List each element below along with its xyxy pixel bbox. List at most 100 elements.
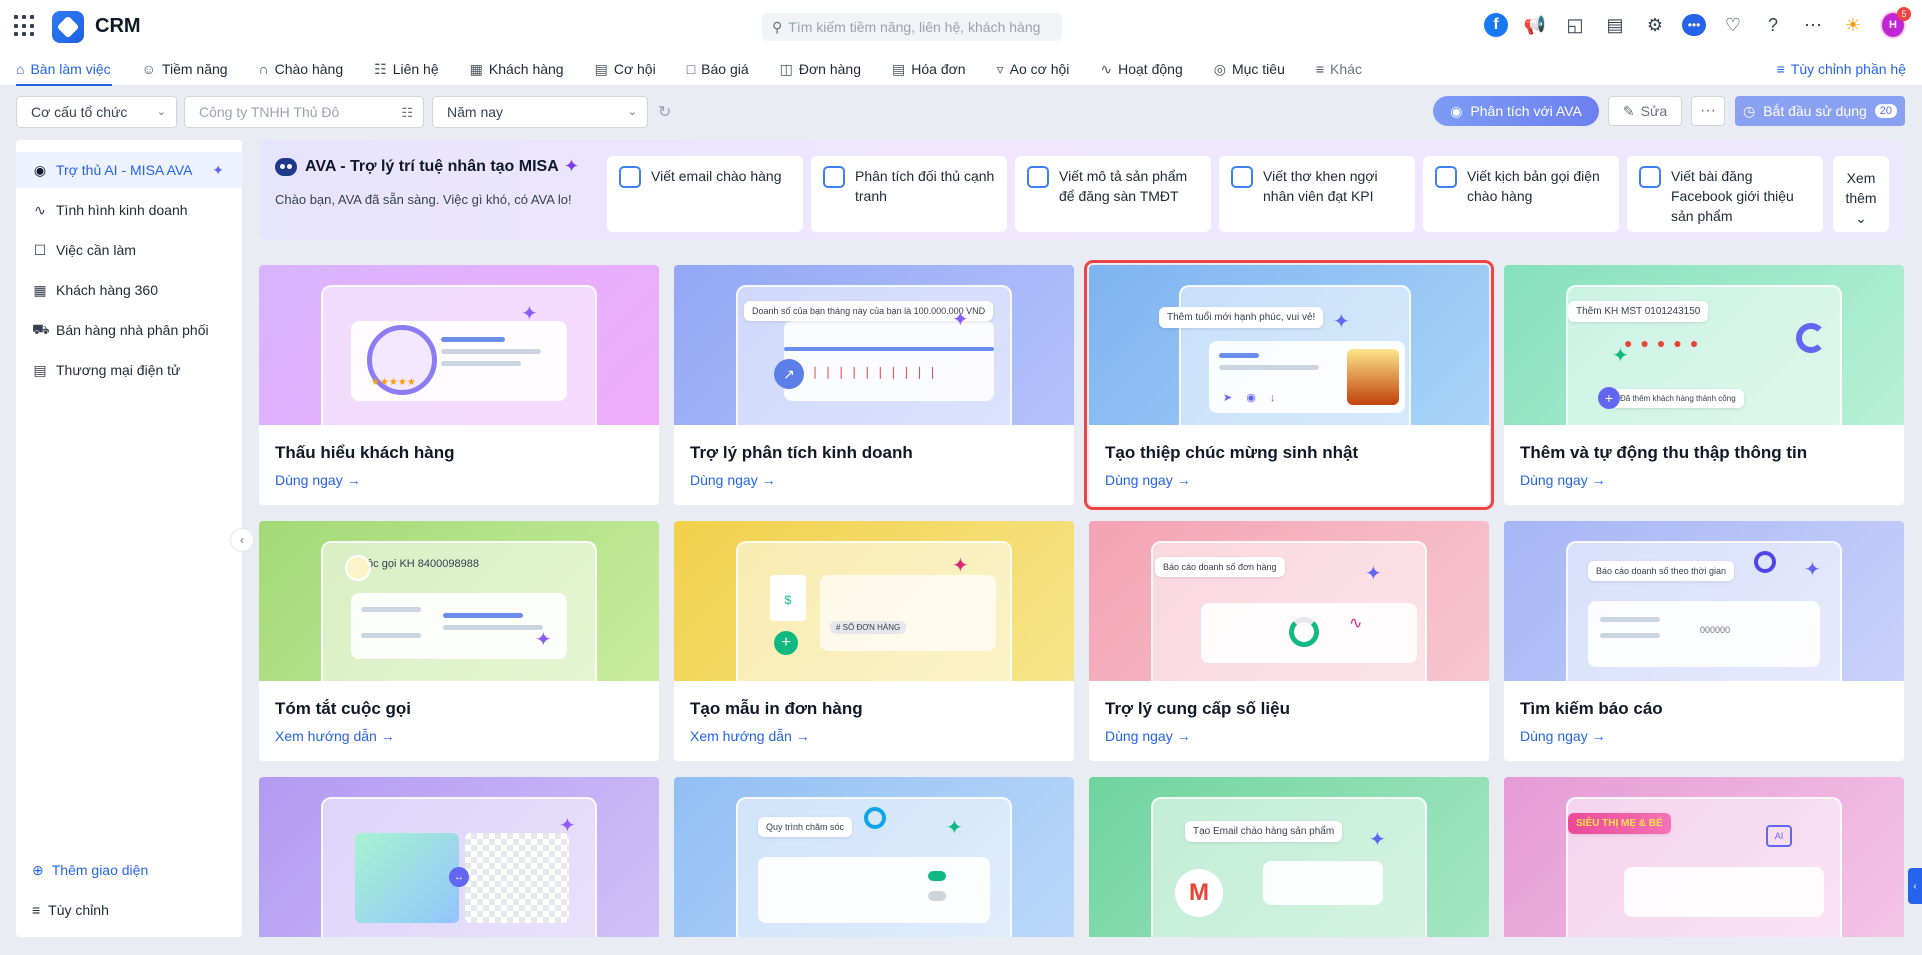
sidebar-item-todo[interactable]: ☐ Việc cần làm bbox=[16, 232, 242, 268]
activity-icon: ∿ bbox=[1100, 60, 1113, 77]
feature-card-business-analysis[interactable]: Doanh số của bạn tháng này của bạn là 10… bbox=[674, 265, 1074, 505]
help-icon[interactable]: ? bbox=[1760, 12, 1786, 38]
sidebar-item-ai-assistant[interactable]: ◉ Trợ thủ AI - MISA AVA ✦ bbox=[16, 152, 242, 188]
tab-4[interactable]: ▦ Khách hàng bbox=[470, 52, 577, 86]
card-chip: Báo cáo doanh số đơn hàng bbox=[1155, 557, 1285, 577]
bell-icon[interactable]: ♡ bbox=[1720, 12, 1746, 38]
invoice-icon: $ bbox=[770, 575, 806, 621]
feature-card-email-product[interactable]: Tạo Email chào hàng sản phẩm M ✦ bbox=[1089, 777, 1489, 937]
magnifier-icon bbox=[864, 807, 886, 829]
megaphone-icon[interactable]: 📢 bbox=[1522, 12, 1548, 38]
feature-card-order-print-template[interactable]: $ # SỐ ĐƠN HÀNG + ✦ Tạo mẫu in đơn hàng … bbox=[674, 521, 1074, 761]
chevron-down-icon: ⌄ bbox=[627, 106, 637, 118]
start-using-button[interactable]: ◷ Bắt đầu sử dụng 20 bbox=[1735, 96, 1905, 126]
sidebar-item-business-status[interactable]: ∿ Tình hình kinh doanh bbox=[16, 192, 242, 228]
sparkle-icon: ✦ bbox=[1804, 559, 1821, 581]
feature-card-auto-collect[interactable]: Thêm KH MST 0101243150 ●●●●● Đã thêm khá… bbox=[1504, 265, 1904, 505]
search-input[interactable] bbox=[788, 19, 1049, 35]
add-view-button[interactable]: ⊕ Thêm giao diện bbox=[16, 854, 242, 886]
feature-card-banner-design[interactable]: SIÊU THỊ MẸ & BÉ AI bbox=[1504, 777, 1904, 937]
feature-card-customer-insight[interactable]: ✦ ★★★★★ Thấu hiểu khách hàng Dùng ngay → bbox=[259, 265, 659, 505]
tab-5[interactable]: ▤ Cơ hội bbox=[595, 52, 669, 86]
card-chip: Thêm KH MST 0101243150 bbox=[1568, 301, 1709, 322]
invoice-icon: ▤ bbox=[892, 60, 906, 77]
ava-prompt-label: Viết bài đăng Facebook giới thiệu sản ph… bbox=[1671, 168, 1794, 224]
tab-6[interactable]: □ Báo giá bbox=[687, 52, 762, 86]
tab-11[interactable]: ◎ Mục tiêu bbox=[1214, 52, 1298, 86]
ava-prompt-card[interactable]: Viết thơ khen ngợi nhân viên đạt KPI bbox=[1219, 156, 1415, 232]
robot-icon: ◉ bbox=[1450, 102, 1463, 119]
sidebar-item-label: Thương mại điện tử bbox=[56, 362, 181, 378]
feature-card-report-search[interactable]: Báo cáo doanh số theo thời gian 000000 ✦… bbox=[1504, 521, 1904, 761]
ava-prompt-card[interactable]: Phân tích đối thủ cạnh tranh bbox=[811, 156, 1007, 232]
contact-icon: ☷ bbox=[374, 60, 387, 77]
feature-card-image-edit[interactable]: ↔ ✦ bbox=[259, 777, 659, 937]
card-title: Trợ lý phân tích kinh doanh bbox=[690, 443, 913, 462]
ava-prompt-card[interactable]: Viết kịch bản gọi điện chào hàng bbox=[1423, 156, 1619, 232]
global-search[interactable]: ⚲ bbox=[762, 13, 1062, 41]
tab-2[interactable]: ∩ Chào hàng bbox=[259, 52, 357, 86]
sparkle-icon: ✦ bbox=[535, 629, 552, 651]
edit-button[interactable]: ✎ Sửa bbox=[1608, 96, 1682, 126]
company-select[interactable]: Công ty TNHH Thủ Đô ☷ bbox=[184, 96, 424, 128]
caller-avatar bbox=[345, 555, 371, 581]
share-actions-icon: ➤◉↓ bbox=[1223, 392, 1290, 404]
ava-prompt-card[interactable]: Viết bài đăng Facebook giới thiệu sản ph… bbox=[1627, 156, 1823, 232]
refresh-icon[interactable]: ↻ bbox=[658, 102, 671, 122]
feature-card-call-summary[interactable]: Cuộc gọi KH 8400098988 ✦ Tóm tắt cuộc gọ… bbox=[259, 521, 659, 761]
card-link[interactable]: Dùng ngay → bbox=[1105, 728, 1191, 744]
tab-label: Bàn làm việc bbox=[30, 61, 111, 77]
tab-label: Tiềm năng bbox=[161, 61, 228, 77]
line-chart-icon: ∿ bbox=[1349, 615, 1363, 632]
tab-1[interactable]: ☺ Tiềm năng bbox=[142, 52, 241, 86]
card-link-label: Dùng ngay bbox=[1520, 472, 1588, 488]
facebook-icon[interactable]: f bbox=[1484, 13, 1508, 37]
sidebar-item-distributor-sales[interactable]: ⛟ Bán hàng nhà phân phối bbox=[16, 312, 242, 348]
rating-stars-icon: ★★★★★ bbox=[371, 377, 416, 388]
sidebar-item-ecommerce[interactable]: ▤ Thương mại điện tử bbox=[16, 352, 242, 388]
feature-card-care-process[interactable]: Quy trình chăm sóc ✦ bbox=[674, 777, 1074, 937]
lightbulb-icon[interactable]: ☀ bbox=[1840, 12, 1866, 38]
app-launcher-icon[interactable] bbox=[14, 15, 36, 37]
tab-8[interactable]: ▤ Hóa đơn bbox=[892, 52, 979, 86]
tab-3[interactable]: ☷ Liên hệ bbox=[374, 52, 452, 86]
card-link[interactable]: Xem hướng dẫn → bbox=[690, 728, 810, 744]
customize-modules-link[interactable]: ≡ Tùy chỉnh phần hệ bbox=[1777, 61, 1906, 77]
analyze-with-ava-button[interactable]: ◉ Phân tích với AVA bbox=[1433, 96, 1599, 126]
box-icon[interactable]: ◱ bbox=[1562, 12, 1588, 38]
card-link[interactable]: Dùng ngay → bbox=[275, 472, 361, 488]
card-link[interactable]: Dùng ngay → bbox=[1105, 472, 1191, 488]
arrow-right-icon: → bbox=[1591, 472, 1606, 488]
tab-9[interactable]: ▿ Ao cơ hội bbox=[997, 52, 1083, 86]
ava-see-more-button[interactable]: Xem thêm ⌄ bbox=[1833, 156, 1889, 232]
more-icon[interactable]: ⋯ bbox=[1800, 12, 1826, 38]
tab-7[interactable]: ◫ Đơn hàng bbox=[780, 52, 874, 86]
more-actions-button[interactable]: ··· bbox=[1691, 96, 1725, 126]
gear-icon[interactable]: ⚙ bbox=[1642, 12, 1668, 38]
card-link[interactable]: Dùng ngay → bbox=[1520, 728, 1606, 744]
calendar-icon[interactable]: ▤ bbox=[1602, 12, 1628, 38]
sidebar-customize-button[interactable]: ≡ Tùy chỉnh bbox=[16, 894, 242, 926]
app-name: CRM bbox=[95, 15, 141, 37]
ava-prompt-label: Viết thơ khen ngợi nhân viên đạt KPI bbox=[1263, 168, 1378, 204]
ava-prompt-card[interactable]: Viết mô tả sản phẩm để đăng sàn TMĐT bbox=[1015, 156, 1211, 232]
crm-logo[interactable] bbox=[52, 11, 84, 43]
chat-icon[interactable]: ••• bbox=[1682, 14, 1706, 36]
tab-0[interactable]: ⌂ Bàn làm việc bbox=[16, 52, 124, 86]
period-select[interactable]: Năm nay ⌄ bbox=[432, 96, 648, 128]
truck-icon: ⛟ bbox=[32, 320, 50, 337]
feature-card-data-assistant[interactable]: Báo cáo doanh số đơn hàng ∿ ✦ Trợ lý cun… bbox=[1089, 521, 1489, 761]
company-value: Công ty TNHH Thủ Đô bbox=[199, 104, 340, 120]
sidebar-item-customer-360[interactable]: ▦ Khách hàng 360 bbox=[16, 272, 242, 308]
tab-10[interactable]: ∿ Hoạt động bbox=[1100, 52, 1195, 86]
card-link[interactable]: Dùng ngay → bbox=[690, 472, 776, 488]
org-structure-select[interactable]: Cơ cấu tổ chức ⌄ bbox=[16, 96, 177, 128]
user-avatar[interactable]: H 5 bbox=[1880, 7, 1911, 39]
card-link[interactable]: Xem hướng dẫn → bbox=[275, 728, 395, 744]
feature-card-birthday-greeting[interactable]: Thêm tuổi mới hạnh phúc, vui vẻ! ✦ ➤◉↓ T… bbox=[1084, 260, 1494, 510]
tab-12[interactable]: ≡ Khác bbox=[1316, 52, 1375, 86]
ava-prompt-card[interactable]: Viết email chào hàng bbox=[607, 156, 803, 232]
card-link[interactable]: Dùng ngay → bbox=[1520, 472, 1606, 488]
collapse-sidebar-button[interactable]: ‹ bbox=[230, 528, 254, 552]
expand-panel-tab[interactable]: ‹ bbox=[1908, 868, 1922, 904]
